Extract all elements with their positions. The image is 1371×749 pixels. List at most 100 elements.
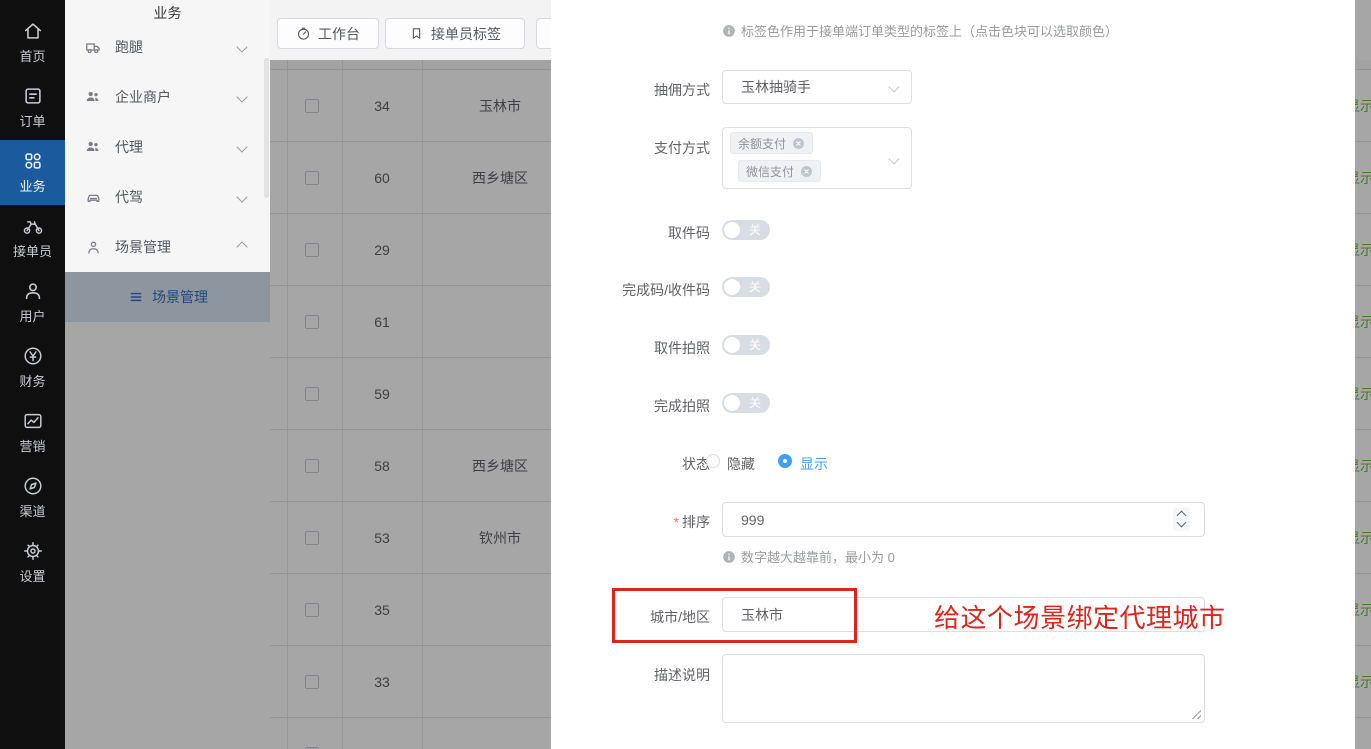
sort-stepper[interactable] [1173, 507, 1190, 531]
person-icon [85, 239, 102, 256]
sidebar-item-channels[interactable]: 渠道 [0, 465, 65, 530]
chevron-down-icon [236, 191, 247, 202]
toggle-state: 关 [749, 393, 761, 413]
menu-item-agents[interactable]: 代理 [65, 122, 270, 172]
toolbar: 工作台 接单员标签 [270, 0, 551, 60]
sidebar-item-orders[interactable]: 订单 [0, 75, 65, 140]
pickup-code-toggle[interactable]: 关 [722, 220, 770, 240]
menu-item-designated-driving[interactable]: 代驾 [65, 172, 270, 222]
menu-item-enterprise-merchants[interactable]: 企业商户 [65, 72, 270, 122]
sort-label: *排序 [560, 512, 710, 532]
pickup-code-label: 取件码 [560, 223, 710, 243]
label-color-tip: 标签色作用于接单端订单类型的标签上（点击色块可以选取颜色） [722, 21, 1118, 40]
home-icon [22, 20, 44, 42]
toggle-knob [724, 337, 740, 353]
commission-value: 玉林抽骑手 [741, 71, 811, 103]
chevron-down-icon [236, 41, 247, 52]
car-icon [85, 189, 102, 206]
sidebar-item-label: 营销 [19, 436, 45, 455]
tag-close-icon[interactable] [792, 137, 805, 150]
info-icon [722, 24, 736, 38]
menu-item-label: 代驾 [115, 187, 143, 207]
toggle-knob [724, 222, 740, 238]
menu-item-scene-management[interactable]: 场景管理 [65, 222, 270, 272]
bookmark-icon [409, 26, 424, 41]
workbench-button[interactable]: 工作台 [277, 18, 379, 49]
tag-label: 微信支付 [746, 163, 794, 180]
payment-tag-balance: 余额支付 [730, 132, 813, 154]
commission-select[interactable]: 玉林抽骑手 [722, 70, 912, 104]
sidebar-item-business[interactable]: 业务 [0, 140, 65, 205]
pickup-photo-toggle[interactable]: 关 [722, 335, 770, 355]
annotation-highlight-box [612, 588, 857, 643]
sort-tip: 数字越大越靠前，最小为 0 [722, 547, 895, 566]
payment-tag-wechat: 微信支付 [738, 160, 821, 182]
description-textarea[interactable] [722, 654, 1205, 723]
menu-item-label: 企业商户 [115, 87, 171, 107]
sidebar-item-label: 业务 [19, 176, 45, 195]
tip-text: 标签色作用于接单端订单类型的标签上（点击色块可以选取颜色） [741, 21, 1118, 40]
finance-icon [22, 345, 44, 367]
chevron-up-icon [236, 241, 247, 252]
sort-input[interactable] [722, 502, 1205, 537]
tag-label: 余额支付 [738, 135, 786, 152]
sidebar-item-label: 设置 [19, 566, 45, 585]
sidebar-item-label: 财务 [19, 371, 45, 390]
sidebar-item-couriers[interactable]: 接单员 [0, 205, 65, 270]
description-label: 描述说明 [560, 665, 710, 685]
chevron-down-icon [888, 81, 899, 92]
complete-photo-label: 完成拍照 [560, 396, 710, 416]
tag-close-icon[interactable] [800, 165, 813, 178]
sidebar-item-finance[interactable]: 财务 [0, 335, 65, 400]
tip-text: 数字越大越靠前，最小为 0 [741, 547, 895, 566]
settings-icon [22, 540, 44, 562]
sidebar-item-settings[interactable]: 设置 [0, 530, 65, 595]
commission-label: 抽佣方式 [560, 80, 710, 100]
marketing-icon [22, 410, 44, 432]
toggle-knob [724, 395, 740, 411]
button-label: 工作台 [318, 24, 360, 44]
info-icon [722, 550, 736, 564]
complete-code-toggle[interactable]: 关 [722, 277, 770, 297]
menu-item-label: 场景管理 [115, 237, 171, 257]
button-label: 接单员标签 [431, 24, 501, 44]
sidebar-item-home[interactable]: 首页 [0, 10, 65, 75]
chevron-down-icon [236, 141, 247, 152]
status-label: 状态 [560, 454, 710, 474]
chevron-down-icon [236, 91, 247, 102]
sidebar-item-label: 订单 [19, 111, 45, 130]
status-radio-hidden[interactable] [706, 454, 720, 468]
status-option-visible[interactable]: 显示 [800, 454, 828, 474]
toggle-state: 关 [749, 277, 761, 297]
courier-tags-button[interactable]: 接单员标签 [385, 18, 525, 49]
sidebar-item-label: 接单员 [13, 241, 52, 260]
toggle-state: 关 [749, 220, 761, 240]
primary-sidebar: 首页 订单 业务 接单员 用户 财务 营销 渠道 [0, 0, 65, 749]
annotation-text: 给这个场景绑定代理城市 [934, 598, 1226, 635]
people-icon [85, 89, 102, 106]
toggle-knob [724, 279, 740, 295]
order-icon [22, 85, 44, 107]
screen: 场景管理 34 玉林市 显示 60 西乡塘区 显示 29 显示 61 [0, 0, 1371, 749]
clipped-button[interactable] [536, 18, 551, 49]
user-icon [22, 280, 44, 302]
sidebar-item-marketing[interactable]: 营销 [0, 400, 65, 465]
status-option-hidden[interactable]: 隐藏 [727, 454, 755, 474]
complete-photo-toggle[interactable]: 关 [722, 393, 770, 413]
menu-item-label: 跑腿 [115, 37, 143, 57]
grid-icon [22, 150, 44, 172]
chevron-down-icon [888, 153, 899, 164]
toggle-state: 关 [749, 335, 761, 355]
sidebar-item-label: 用户 [19, 306, 45, 325]
dashboard-icon [296, 26, 311, 41]
sidebar-item-users[interactable]: 用户 [0, 270, 65, 335]
sidebar-item-label: 首页 [19, 46, 45, 65]
step-down-icon[interactable] [1176, 518, 1186, 528]
channel-icon [22, 475, 44, 497]
menu-item-errand[interactable]: 跑腿 [65, 22, 270, 72]
sidebar-scrollbar[interactable] [264, 58, 269, 198]
pickup-photo-label: 取件拍照 [560, 338, 710, 358]
status-radio-visible[interactable] [778, 454, 792, 468]
sidebar-item-label: 渠道 [19, 501, 45, 520]
required-mark: * [674, 514, 679, 530]
